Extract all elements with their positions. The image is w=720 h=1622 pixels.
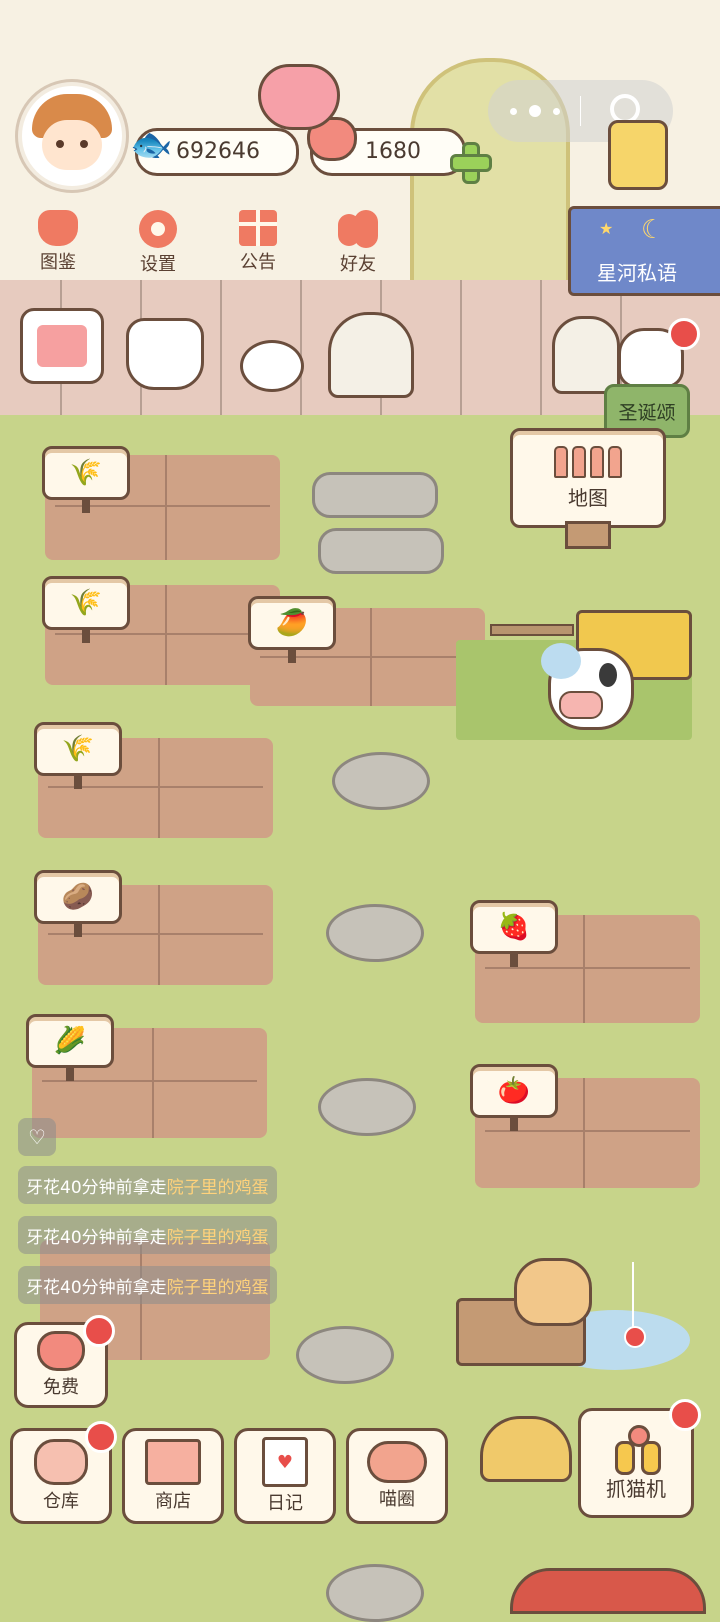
- crop-sign[interactable]: 🥭: [248, 596, 336, 663]
- friends-icon: [338, 210, 378, 248]
- warehouse-button[interactable]: 仓库: [10, 1421, 117, 1524]
- tomato-icon: 🍅: [497, 1076, 531, 1106]
- cat-head-icon: [38, 210, 78, 246]
- menu-item-announcement[interactable]: 公告: [218, 210, 298, 274]
- potato-icon: 🥔: [61, 882, 95, 912]
- avatar[interactable]: [18, 82, 126, 190]
- lantern-icon: [608, 120, 668, 190]
- star-banner-label: 星河私语: [597, 261, 677, 285]
- heart-outline-icon: ♡: [28, 1125, 46, 1149]
- activity-message: 牙花40分钟前拿走 院子里的鸡蛋: [18, 1166, 277, 1204]
- heart-counter: 1680: [307, 117, 466, 176]
- free-button[interactable]: 免费: [14, 1315, 115, 1408]
- diary-icon: ♥: [262, 1437, 308, 1487]
- hanging-heart-decoration: [258, 64, 340, 130]
- crop-sign[interactable]: 🌽: [26, 1014, 114, 1081]
- star-icon: ★: [599, 219, 614, 238]
- diary-label: 日记: [267, 1493, 303, 1514]
- star-river-banner[interactable]: ☾ ★ 星河私语: [568, 206, 720, 296]
- plant-pot-decoration: [126, 318, 204, 390]
- moon-icon: ☾: [641, 215, 665, 245]
- stepping-stone: [318, 528, 444, 574]
- crop-sign[interactable]: 🌾: [42, 446, 130, 513]
- free-label: 免费: [43, 1377, 79, 1398]
- stepping-stone: [332, 752, 430, 810]
- gift-icon: [239, 210, 277, 246]
- activity-message: 牙花40分钟前拿走 院子里的鸡蛋: [18, 1216, 277, 1254]
- notification-dot: [669, 1399, 701, 1431]
- shop-button[interactable]: 商店: [122, 1428, 224, 1524]
- more-dots-icon[interactable]: [510, 102, 560, 120]
- notification-dot: [668, 318, 700, 350]
- cow-character[interactable]: [541, 643, 634, 730]
- warehouse-label: 仓库: [43, 1491, 79, 1512]
- activity-message: 牙花40分钟前拿走 院子里的鸡蛋: [18, 1266, 277, 1304]
- claw-machine-button[interactable]: 抓猫机: [578, 1399, 701, 1518]
- mango-icon: 🥭: [275, 608, 309, 638]
- sprout-pot-decoration: [240, 340, 304, 392]
- crop-sign[interactable]: 🌾: [42, 576, 130, 643]
- red-roof-decoration: [510, 1568, 706, 1614]
- crop-sign[interactable]: 🥔: [34, 870, 122, 937]
- map-label: 地图: [568, 485, 608, 510]
- fishing-hamster[interactable]: [514, 1258, 592, 1326]
- fish-icon: 🐟: [130, 125, 173, 165]
- gear-icon: [139, 210, 177, 248]
- stepping-stone: [296, 1326, 394, 1384]
- crop-sign[interactable]: 🍓: [470, 900, 558, 967]
- rice-ball-decoration: [328, 312, 414, 398]
- add-hearts-button[interactable]: [448, 140, 492, 184]
- notification-dot: [85, 1421, 117, 1453]
- cat-planet-icon: [367, 1441, 427, 1483]
- wheat-icon: 🌾: [61, 734, 95, 764]
- menu-item-collection[interactable]: 图鉴: [18, 210, 98, 274]
- strawberry-icon: 🍓: [497, 912, 531, 942]
- calendar-icon[interactable]: [20, 308, 104, 384]
- stepping-stone: [326, 1564, 424, 1622]
- stepping-stone: [312, 472, 438, 518]
- menu-item-label: 图鉴: [40, 252, 76, 273]
- map-sign[interactable]: 地图: [510, 428, 666, 549]
- meow-circle-button[interactable]: 喵圈: [346, 1428, 448, 1524]
- menu-item-label: 公告: [240, 252, 276, 273]
- christmas-event[interactable]: 圣诞颂: [604, 318, 700, 438]
- fish-counter: 🐟 692646: [130, 125, 299, 176]
- wheat-icon: 🌾: [69, 588, 103, 618]
- menu-item-label: 好友: [340, 254, 376, 275]
- meow-circle-label: 喵圈: [379, 1489, 415, 1510]
- crop-sign[interactable]: 🌾: [34, 722, 122, 789]
- notification-dot: [83, 1315, 115, 1347]
- wheat-icon: 🌾: [69, 458, 103, 488]
- heart-icon: [37, 1331, 85, 1371]
- fishing-line: [632, 1262, 634, 1330]
- fence-icon: [554, 445, 622, 478]
- stepping-stone: [326, 904, 424, 962]
- corn-icon: 🌽: [53, 1026, 87, 1056]
- christmas-label: 圣诞颂: [618, 401, 676, 424]
- claw-icon: [611, 1424, 661, 1475]
- menu-item-settings[interactable]: 设置: [118, 210, 198, 276]
- claw-machine-label: 抓猫机: [606, 1476, 666, 1501]
- pen-fence: [490, 624, 574, 636]
- heart-count: 1680: [365, 139, 421, 164]
- stepping-stone: [318, 1078, 416, 1136]
- fish-count: 692646: [176, 139, 260, 164]
- shop-icon: [145, 1439, 201, 1485]
- crop-sign[interactable]: 🍅: [470, 1064, 558, 1131]
- storage-jar-icon: [34, 1439, 88, 1485]
- diary-button[interactable]: ♥ 日记: [234, 1428, 336, 1524]
- menu-item-label: 设置: [140, 254, 176, 275]
- menu-item-friends[interactable]: 好友: [318, 210, 398, 276]
- fishing-bobber-icon: [624, 1326, 646, 1348]
- basket-decoration: [480, 1416, 572, 1482]
- shop-label: 商店: [155, 1491, 191, 1512]
- message-toggle-button[interactable]: ♡: [18, 1118, 56, 1156]
